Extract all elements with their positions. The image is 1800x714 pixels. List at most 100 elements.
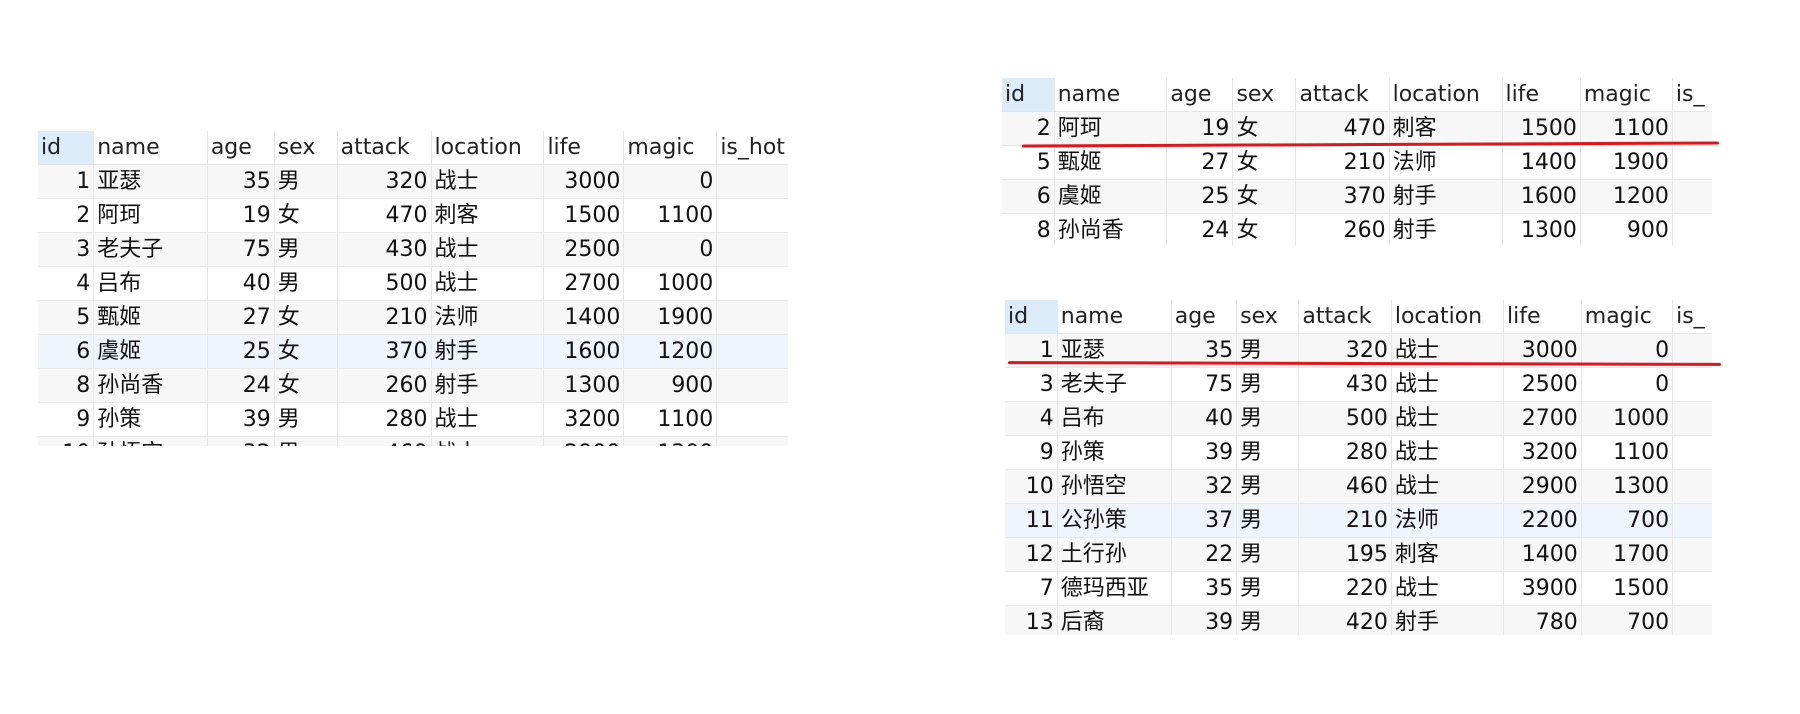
- cell-attack[interactable]: 370: [337, 334, 432, 369]
- cell-sex[interactable]: 女: [274, 198, 338, 233]
- cell-attack[interactable]: 260: [1295, 213, 1390, 246]
- cell-life[interactable]: 2500: [1503, 367, 1582, 402]
- cell-magic[interactable]: 1100: [1581, 435, 1674, 470]
- cell-life[interactable]: 2900: [543, 436, 625, 446]
- cell-magic[interactable]: 1200: [1580, 179, 1673, 214]
- column-header-name[interactable]: name: [1057, 300, 1172, 334]
- cell-magic[interactable]: 1900: [623, 300, 718, 335]
- cell-name[interactable]: 阿珂: [93, 198, 208, 233]
- cell-magic[interactable]: 1000: [623, 266, 718, 301]
- cell-attack[interactable]: 220: [1298, 571, 1392, 606]
- cell-id[interactable]: 12: [1005, 537, 1058, 572]
- cell-life[interactable]: 1600: [543, 334, 625, 369]
- column-header-sex[interactable]: sex: [1232, 78, 1297, 112]
- cell-life[interactable]: 3200: [1503, 435, 1582, 470]
- cell-id[interactable]: 3: [38, 232, 95, 267]
- cell-location[interactable]: 射手: [1389, 213, 1503, 246]
- cell-magic[interactable]: 900: [1580, 213, 1673, 246]
- cell-age[interactable]: 24: [207, 368, 275, 403]
- cell-location[interactable]: 射手: [1391, 605, 1505, 635]
- table-row[interactable]: 4 吕布 40 男 500 战士 2700 1000: [38, 266, 788, 301]
- cell-is-hot[interactable]: [716, 300, 788, 335]
- cell-magic[interactable]: 1100: [623, 198, 718, 233]
- cell-is-hot[interactable]: [1672, 401, 1712, 436]
- cell-name[interactable]: 孙悟空: [93, 436, 208, 446]
- cell-life[interactable]: 3000: [543, 164, 625, 199]
- cell-id[interactable]: 9: [1005, 435, 1058, 470]
- cell-life[interactable]: 1300: [543, 368, 625, 403]
- cell-attack[interactable]: 320: [337, 164, 432, 199]
- table-row[interactable]: 5 甄姬 27 女 210 法师 1400 1900: [38, 300, 788, 335]
- table-row[interactable]: 8 孙尚香 24 女 260 射手 1300 900: [38, 368, 788, 403]
- table-row[interactable]: 7 德玛西亚 35 男 220 战士 3900 1500: [1005, 571, 1712, 606]
- cell-attack[interactable]: 460: [1298, 469, 1392, 504]
- cell-age[interactable]: 22: [1171, 537, 1238, 572]
- cell-name[interactable]: 吕布: [93, 266, 208, 301]
- cell-sex[interactable]: 女: [1232, 179, 1297, 214]
- table-row[interactable]: 12 土行孙 22 男 195 刺客 1400 1700: [1005, 537, 1712, 572]
- cell-age[interactable]: 35: [1171, 571, 1238, 606]
- table-row[interactable]: 2 阿珂 19 女 470 刺客 1500 1100: [1002, 111, 1712, 146]
- column-header-is-hot[interactable]: is_: [1672, 300, 1712, 334]
- table-row[interactable]: 3 老夫子 75 男 430 战士 2500 0: [38, 232, 788, 267]
- cell-age[interactable]: 25: [207, 334, 275, 369]
- cell-age[interactable]: 27: [207, 300, 275, 335]
- table-row[interactable]: 5 甄姬 27 女 210 法师 1400 1900: [1002, 145, 1712, 180]
- cell-age[interactable]: 37: [1171, 503, 1238, 538]
- cell-is-hot[interactable]: [716, 232, 788, 267]
- cell-is-hot[interactable]: [716, 266, 788, 301]
- cell-name[interactable]: 吕布: [1057, 401, 1172, 436]
- cell-age[interactable]: 32: [1171, 469, 1238, 504]
- cell-name[interactable]: 孙策: [1057, 435, 1172, 470]
- cell-life[interactable]: 1400: [1502, 145, 1581, 180]
- table-row[interactable]: 11 公孙策 37 男 210 法师 2200 700: [1005, 503, 1712, 538]
- cell-life[interactable]: 1500: [1502, 111, 1581, 146]
- cell-id[interactable]: 7: [1005, 571, 1058, 606]
- column-header-life[interactable]: life: [543, 131, 625, 165]
- cell-magic[interactable]: 700: [1581, 605, 1674, 635]
- cell-id[interactable]: 2: [1002, 111, 1055, 146]
- cell-location[interactable]: 战士: [431, 266, 545, 301]
- cell-attack[interactable]: 470: [337, 198, 432, 233]
- cell-id[interactable]: 10: [1005, 469, 1058, 504]
- cell-attack[interactable]: 210: [1295, 145, 1390, 180]
- table-row[interactable]: 4 吕布 40 男 500 战士 2700 1000: [1005, 401, 1712, 436]
- cell-name[interactable]: 公孙策: [1057, 503, 1172, 538]
- cell-age[interactable]: 19: [207, 198, 275, 233]
- cell-location[interactable]: 射手: [1389, 179, 1503, 214]
- cell-sex[interactable]: 女: [1232, 111, 1297, 146]
- cell-attack[interactable]: 260: [337, 368, 432, 403]
- column-header-life[interactable]: life: [1502, 78, 1581, 112]
- cell-location[interactable]: 战士: [431, 402, 545, 437]
- cell-location[interactable]: 刺客: [1391, 537, 1505, 572]
- cell-sex[interactable]: 男: [1236, 367, 1300, 402]
- cell-life[interactable]: 1600: [1502, 179, 1581, 214]
- cell-sex[interactable]: 男: [1236, 401, 1300, 436]
- cell-attack[interactable]: 210: [337, 300, 432, 335]
- cell-age[interactable]: 75: [1171, 367, 1238, 402]
- cell-sex[interactable]: 男: [274, 164, 338, 199]
- column-header-id[interactable]: id: [1002, 78, 1055, 112]
- column-header-location[interactable]: location: [431, 131, 545, 165]
- cell-name[interactable]: 甄姬: [93, 300, 208, 335]
- cell-id[interactable]: 6: [1002, 179, 1055, 214]
- cell-age[interactable]: 25: [1166, 179, 1234, 214]
- table-row[interactable]: 2 阿珂 19 女 470 刺客 1500 1100: [38, 198, 788, 233]
- cell-name[interactable]: 孙尚香: [93, 368, 208, 403]
- cell-name[interactable]: 孙尚香: [1054, 213, 1168, 246]
- cell-magic[interactable]: 1100: [1580, 111, 1673, 146]
- cell-life[interactable]: 1400: [543, 300, 625, 335]
- table-row[interactable]: 8 孙尚香 24 女 260 射手 1300 900: [1002, 213, 1712, 246]
- cell-attack[interactable]: 280: [1298, 435, 1392, 470]
- cell-is-hot[interactable]: [1672, 367, 1712, 402]
- cell-is-hot[interactable]: [1672, 111, 1712, 146]
- cell-location[interactable]: 法师: [1389, 145, 1503, 180]
- cell-is-hot[interactable]: [1672, 571, 1712, 606]
- table-row[interactable]: 9 孙策 39 男 280 战士 3200 1100: [1005, 435, 1712, 470]
- cell-id[interactable]: 2: [38, 198, 95, 233]
- cell-attack[interactable]: 420: [1298, 605, 1392, 635]
- cell-age[interactable]: 27: [1166, 145, 1234, 180]
- cell-magic[interactable]: 700: [1581, 503, 1674, 538]
- cell-name[interactable]: 孙悟空: [1057, 469, 1172, 504]
- cell-age[interactable]: 19: [1166, 111, 1234, 146]
